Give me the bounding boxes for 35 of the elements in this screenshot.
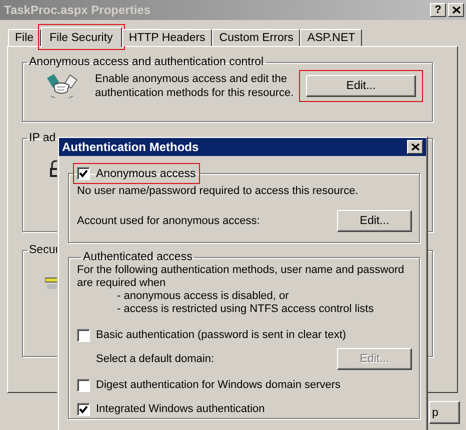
group-label: Anonymous access and authentication control [28, 56, 265, 68]
description-text: No user name/password required to access this resource. [77, 184, 360, 198]
checkbox[interactable] [77, 328, 90, 342]
tab[interactable]: File Security [40, 27, 122, 47]
field-label: Account used for anonymous access: [77, 214, 260, 228]
edit-button[interactable]: Edit... [337, 210, 412, 232]
tab[interactable]: HTTP Headers [122, 29, 212, 46]
checkbox-label: Basic authentication (password is sent in clear text) [96, 328, 346, 342]
checkbox[interactable] [77, 402, 90, 416]
help-button[interactable]: ? [430, 3, 446, 17]
checkbox[interactable] [77, 378, 90, 392]
condition-text: - anonymous access is disabled, or [116, 290, 290, 303]
tab[interactable]: Custom Errors [212, 29, 300, 46]
field-label: Select a default domain: [96, 352, 214, 366]
tab[interactable]: ASP.NET [300, 29, 362, 46]
group-label: Authenticated access [82, 251, 194, 263]
handshake-icon [45, 72, 79, 100]
description-text: For the following authentication methods, user name and password are required when [77, 264, 406, 290]
checkbox[interactable] [77, 167, 90, 180]
tab[interactable]: File [8, 29, 41, 46]
checkbox-label: Integrated Windows authentication [96, 402, 265, 416]
checkbox-label: Digest authentication for Windows domain servers [96, 378, 341, 392]
help-button[interactable]: p [429, 401, 460, 424]
dialog-title: Authentication Methods [62, 140, 199, 154]
close-button[interactable] [407, 140, 423, 154]
close-button[interactable] [448, 3, 464, 17]
group-label: IP ad [28, 132, 57, 144]
close-icon [452, 6, 460, 14]
group-label: Secur [28, 244, 60, 256]
close-icon [410, 143, 420, 151]
checkbox-label: Anonymous access [96, 168, 196, 180]
condition-text: - access is restricted using NTFS access control lists [116, 303, 375, 316]
edit-button[interactable]: Edit... [306, 75, 416, 97]
description-text: Enable anonymous access and edit the authentication methods for this resource. [95, 72, 295, 100]
window-title: TaskProc.aspx Properties [4, 3, 151, 17]
